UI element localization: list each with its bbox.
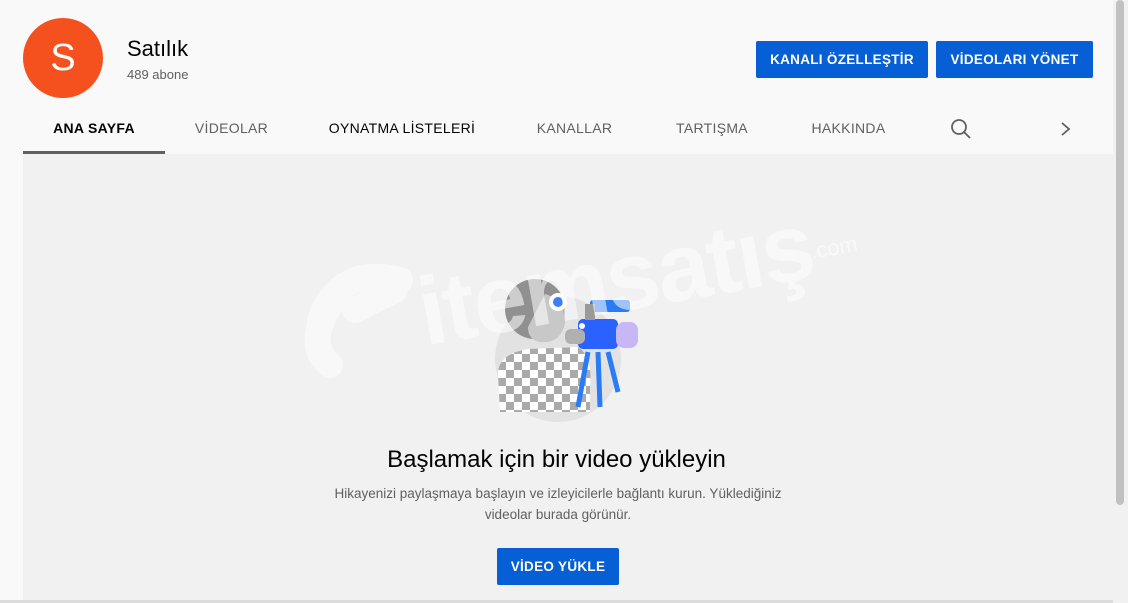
- channel-avatar[interactable]: S: [23, 18, 103, 98]
- tab-channels[interactable]: KANALLAR: [506, 104, 643, 151]
- tab-playlists[interactable]: OYNATMA LİSTELERİ: [298, 104, 506, 151]
- empty-state-title: Başlamak için bir video yükleyin: [387, 446, 726, 473]
- customize-channel-button[interactable]: KANALI ÖZELLEŞTİR: [756, 41, 928, 78]
- channel-name: Satılık: [127, 36, 189, 61]
- scrollbar[interactable]: [1113, 0, 1128, 603]
- scrollbar-thumb[interactable]: [1116, 0, 1124, 505]
- subscriber-count: 489 abone: [127, 67, 189, 82]
- channel-tabs: ANA SAYFA VİDEOLAR OYNATMA LİSTELERİ KAN…: [0, 104, 1113, 154]
- tab-discussion[interactable]: TARTIŞMA: [643, 104, 781, 151]
- tab-videos[interactable]: VİDEOLAR: [165, 104, 298, 151]
- search-icon[interactable]: [948, 116, 974, 142]
- manage-videos-button[interactable]: VİDEOLARI YÖNET: [936, 41, 1093, 78]
- empty-state-description: Hikayenizi paylaşmaya başlayın ve izleyi…: [334, 486, 782, 522]
- channel-header: S Satılık 489 abone KANALI ÖZELLEŞTİR Vİ…: [0, 0, 1113, 154]
- upload-video-button[interactable]: VİDEO YÜKLE: [497, 548, 619, 585]
- chevron-right-icon[interactable]: [1056, 116, 1076, 142]
- tab-about[interactable]: HAKKINDA: [781, 104, 916, 151]
- tab-home[interactable]: ANA SAYFA: [23, 104, 165, 154]
